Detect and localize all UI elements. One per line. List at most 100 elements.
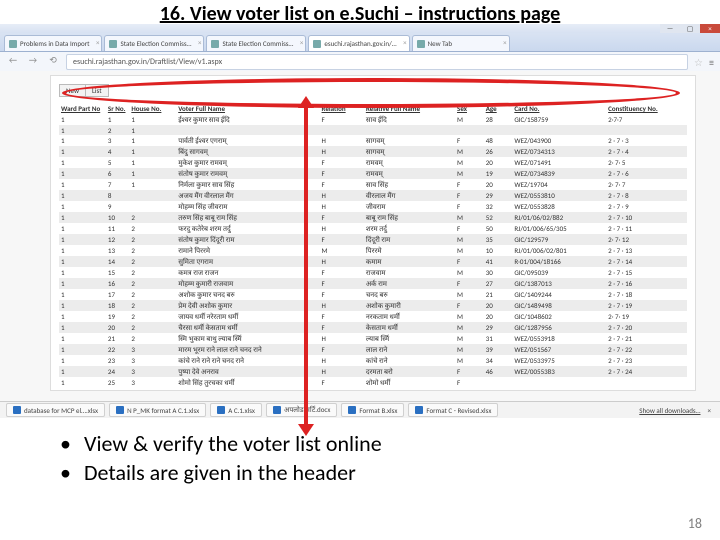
cell-vn: अजय मैंग वीरलाल मैंग [176,190,319,201]
col-sex: Sex [455,103,484,114]
cell-sr: 15 [106,267,129,278]
cell-rel: F [320,344,364,355]
table-row: 1192जायव धर्मी नरेरताम धर्मीFनरकताम धर्म… [59,311,687,322]
window-maximize-button[interactable]: ▢ [680,24,700,33]
browser-tab[interactable]: State Election Commiss…× [206,35,306,51]
cell-hn: 3 [129,355,176,366]
cell-vn: बिंदु सागवम् [176,146,319,157]
tab-close-icon[interactable]: × [198,38,202,47]
cell-wp: 1 [59,223,106,234]
cell-cno: 2 · 7 · 8 [606,190,687,201]
browser-window: — ▢ × Problems in Data Import×State Elec… [0,24,720,418]
cell-sex: M [455,212,484,223]
tab-close-icon[interactable]: × [300,38,304,47]
table-row: 1162मोहम्म कुमारी राजवामFअर्क रामF27GIC/… [59,278,687,289]
cell-card: WEZ/19704 [512,179,606,190]
window-close-button[interactable]: × [700,24,720,33]
reload-button[interactable]: ⟲ [46,55,60,69]
col-relation: Relation [320,103,364,114]
favicon [211,40,219,48]
page-number: 18 [688,515,702,532]
download-item[interactable]: N P_MK format A C.1.xlsx [109,403,206,417]
download-item[interactable]: A C.1.xlsx [210,403,262,417]
download-filename: database for MCP el….xlsx [24,406,98,415]
cell-rfn: शोमो धर्मी [364,377,455,388]
cell-sex: F [455,300,484,311]
tab-close-icon[interactable]: × [503,38,507,47]
table-row: 1253शोमो सिंह तुरचका धर्मीFशोमो धर्मीF [59,377,687,388]
download-bar: database for MCP el….xlsx N P_MK format A… [0,401,720,418]
table-row: 1152कमत्र राज राजनFराजवामM30GIC/0950392 … [59,267,687,278]
col-rfn: Relative Full Name [364,103,455,114]
table-row: 1202चैरसा धर्मी केसताम धर्मीFकेसताम धर्म… [59,322,687,333]
cell-wp: 1 [59,245,106,256]
cell-age: 34 [484,355,513,366]
cell-hn: 2 [129,278,176,289]
cell-cno: 2 · 7 · 6 [606,168,687,179]
cell-cno: 2 · 7 · 21 [606,333,687,344]
cell-sex: M [455,234,484,245]
cell-rfn: सागवम् [364,135,455,146]
cell-hn: 2 [129,289,176,300]
table-row: 19मोहम्म सिंह जीवरामHजीवरामF32WEZ/055382… [59,201,687,212]
cell-sr: 1 [106,114,129,125]
window-minimize-button[interactable]: — [660,24,680,33]
cell-cno: 2 · 7 · 13 [606,245,687,256]
cell-sex: M [455,168,484,179]
cell-age: 20 [484,157,513,168]
bookmark-star-icon[interactable]: ☆ [694,56,703,69]
cell-age: 41 [484,256,513,267]
table-row: 1212स्मि भुकाम बाथु ल्याब र्स्मिHल्याब र… [59,333,687,344]
cell-cno: 2 · 7 · 20 [606,322,687,333]
table-row: 151मुकेश कुमार रामवम्Fरामवम्M20WEZ/07149… [59,157,687,168]
download-item[interactable]: database for MCP el….xlsx [6,403,105,417]
cell-cno: 2 · 7 · 22 [606,344,687,355]
cell-vn: पुष्पा देवे अनराव [176,366,319,377]
cell-vn: कमत्र राज राजन [176,267,319,278]
cell-vn: तरुण सिंह बाबू राम सिंह [176,212,319,223]
table-row: 1172अशोक कुमार चनद बरुFचनद बरुM21GIC/140… [59,289,687,300]
cell-sr: 6 [106,168,129,179]
cell-rfn: चनद बरु [364,289,455,300]
cell-sex: M [455,289,484,300]
back-button[interactable]: ← [6,55,20,69]
cell-rfn: ल्याब र्स्मि [364,333,455,344]
cell-cno: 2 · 7 · 9 [606,201,687,212]
view-tab-list[interactable]: List [85,84,109,97]
cell-sex: M [455,355,484,366]
view-tab-new[interactable]: New [59,84,85,97]
browser-tab[interactable]: State Election Commiss…× [104,35,204,51]
cell-card: GIC/1287956 [512,322,606,333]
table-row: 1142सुमिता एगरामHकमामF41R·01/004/181662 … [59,256,687,267]
cell-rel: F [320,114,364,125]
browser-tab[interactable]: esuchi.rajasthan.gov.in/…× [308,35,409,51]
browser-tab[interactable]: Problems in Data Import× [4,35,102,51]
page-content: New List Ward Part No Sr No. House No. V… [0,71,720,402]
tab-close-icon[interactable]: × [96,38,100,47]
cell-vn: रामाने पिररमे [176,245,319,256]
cell-card: GIC/1489498 [512,300,606,311]
download-item[interactable]: अपलोड सर्टि.docx [266,403,337,417]
cell-sex: M [455,245,484,256]
window-titlebar: — ▢ × [0,24,720,33]
url-text[interactable]: esuchi.rajasthan.gov.in/Draftlist/View/v… [66,54,688,70]
cell-card: WEZ/0734313 [512,146,606,157]
show-all-downloads[interactable]: Show all downloads… [639,406,700,415]
forward-button[interactable]: → [26,55,40,69]
cell-sex: F [455,366,484,377]
download-item[interactable]: Format C - Revised.xlsx [408,403,498,417]
cell-card: WEZ/0553810 [512,190,606,201]
cell-hn: 3 [129,344,176,355]
download-item[interactable]: Format B.xlsx [341,403,404,417]
browser-tab[interactable]: New Tab× [412,35,510,51]
tab-close-icon[interactable]: × [403,38,407,47]
cell-rfn: सागवम् [364,146,455,157]
chrome-menu-icon[interactable]: ≡ [709,56,714,69]
cell-sr: 2 [106,125,129,135]
cell-wp: 1 [59,289,106,300]
cell-wp: 1 [59,311,106,322]
cell-sr: 21 [106,333,129,344]
cell-vn: मोहम्म सिंह जीवराम [176,201,319,212]
table-row: 161संतोष कुमार रामवम्Fरामवम्M19WEZ/07348… [59,168,687,179]
download-bar-close[interactable]: × [705,406,715,415]
